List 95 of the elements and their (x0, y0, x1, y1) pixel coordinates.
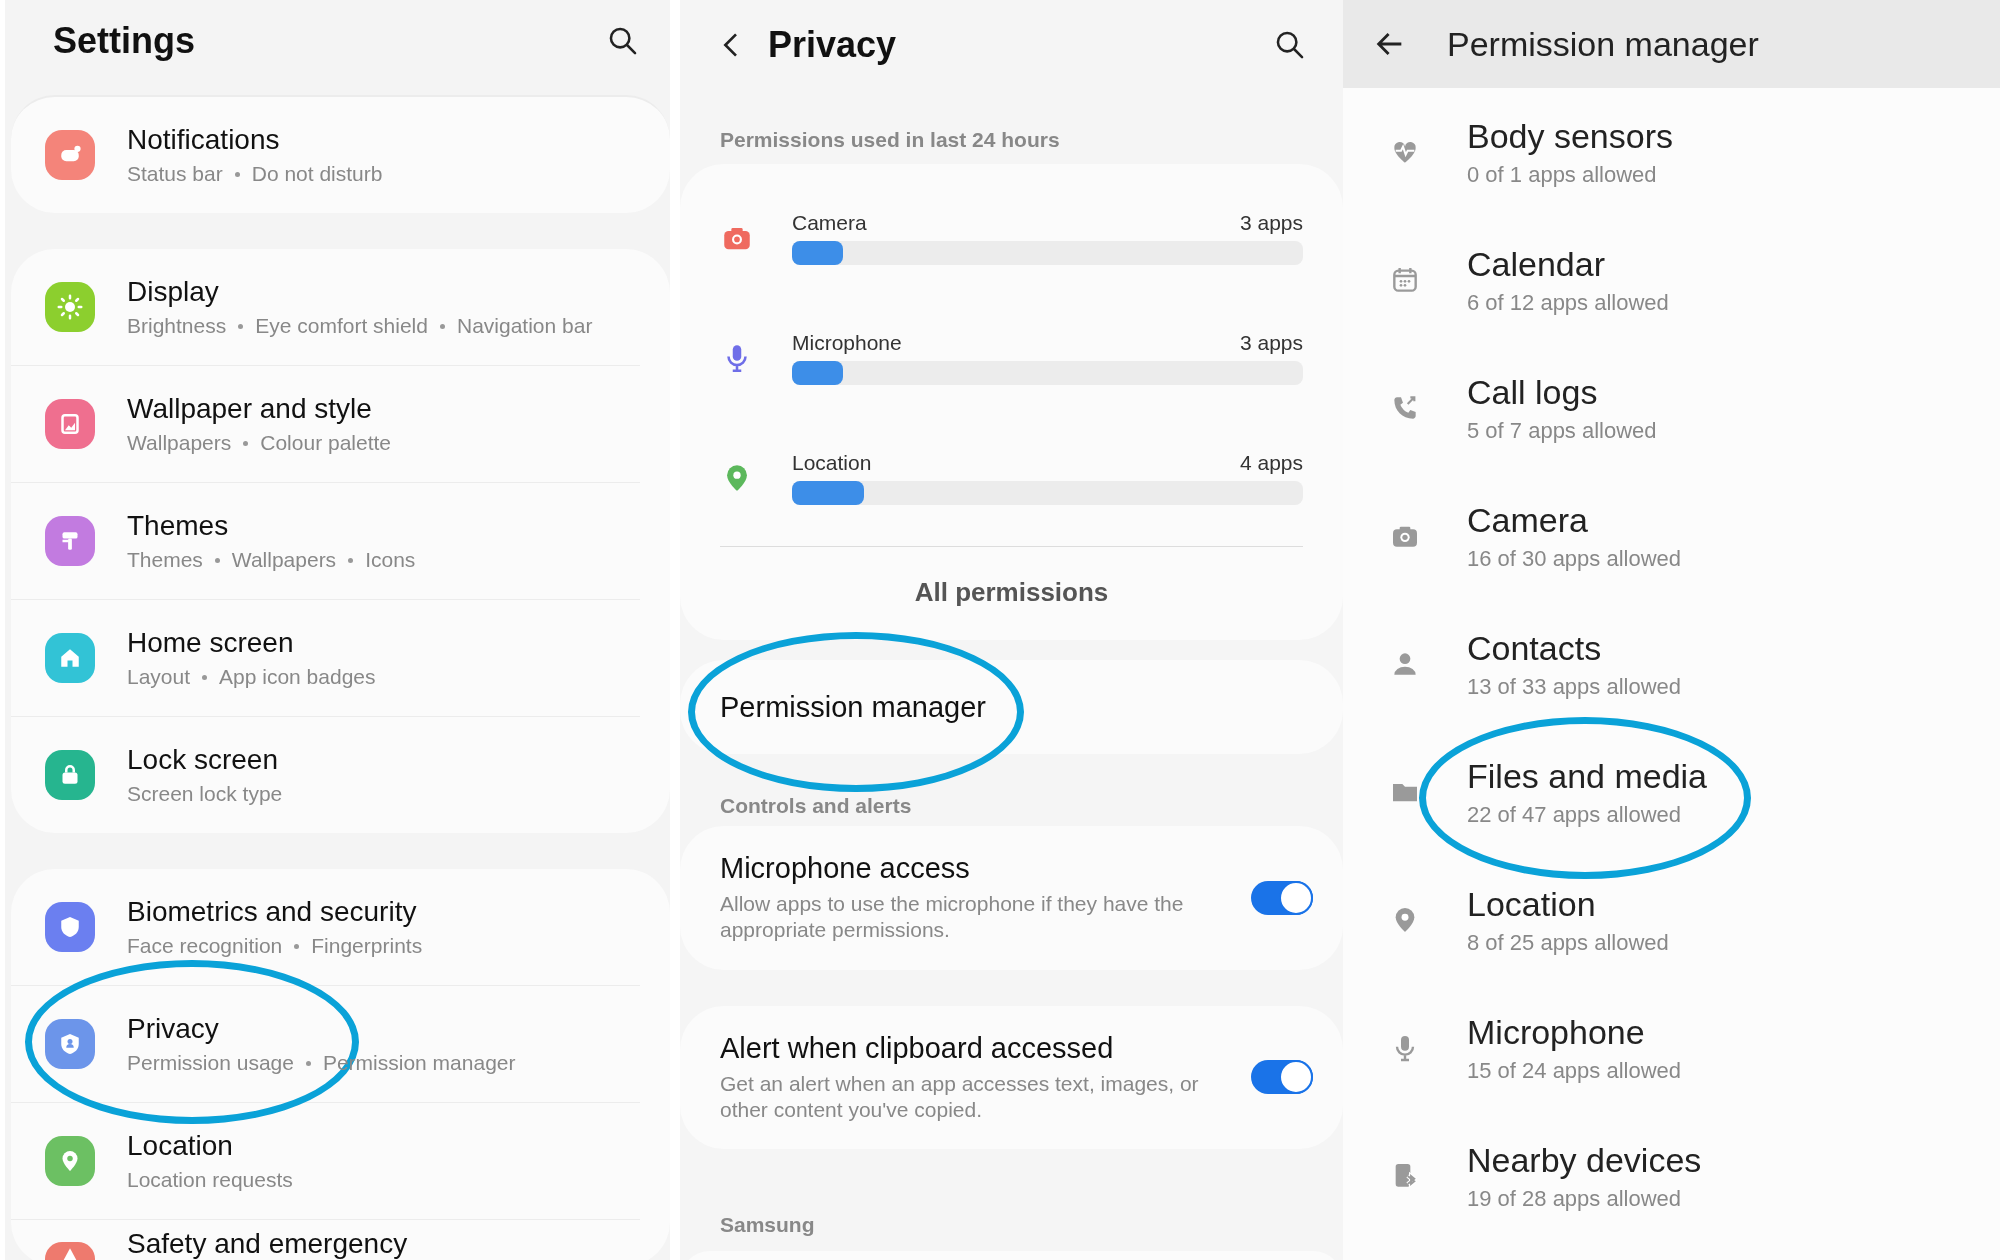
separator-dot (238, 323, 244, 329)
permission-name: Location (1467, 884, 1597, 924)
permission-item[interactable]: Files and media 22 of 47 apps allowed (1343, 728, 2000, 856)
separator-dot (294, 943, 300, 949)
item-subtitle: Wallpapers (231, 548, 337, 572)
item-title: Biometrics and security (127, 896, 418, 928)
permission-item[interactable]: Microphone 15 of 24 apps allowed (1343, 984, 2000, 1112)
permission-name: Location (792, 451, 872, 475)
toggle-switch[interactable] (1251, 880, 1313, 915)
item-subtitle: Face recognition (127, 934, 283, 958)
item-subtitle: Icons (365, 548, 416, 572)
item-subtitle: Themes (127, 548, 203, 572)
item-subtitle: Status bar (127, 162, 223, 186)
toggle-item[interactable]: Microphone access Allow apps to use the microphone if they have the appropriate permissions. (680, 826, 1343, 970)
settings-item[interactable]: Location Location requests (11, 1103, 640, 1220)
page-title: Privacy (768, 24, 897, 66)
permission-item[interactable]: Body sensors 0 of 1 apps allowed (1343, 88, 2000, 216)
separator-dot (348, 557, 354, 563)
item-subtitle: Brightness (127, 314, 227, 338)
app-count: 15 of 24 apps allowed (1467, 1057, 1682, 1084)
item-title: Permission manager (720, 690, 986, 724)
app-count: 0 of 1 apps allowed (1467, 161, 1658, 188)
permission-item[interactable]: Camera 16 of 30 apps allowed (1343, 472, 2000, 600)
settings-item[interactable]: Display Brightness Eye comfort shield Navigation bar (11, 249, 640, 366)
item-title: Microphone access (720, 852, 971, 885)
item-subtitle: Screen lock type (127, 782, 283, 806)
item-subtitle: Eye comfort shield (255, 314, 428, 338)
separator-dot (214, 557, 220, 563)
app-count: 22 of 47 apps allowed (1467, 801, 1683, 828)
item-subtitle: App icon badges (219, 665, 376, 689)
item-title: Wallpaper and style (127, 393, 373, 425)
settings-item[interactable]: Wallpaper and style Wallpapers Colour palette (11, 366, 640, 483)
permission-item[interactable]: Call logs 5 of 7 apps allowed (1343, 344, 2000, 472)
permission-item[interactable]: Nearby devices 19 of 28 apps allowed (1343, 1112, 2000, 1240)
app-count: 16 of 30 apps allowed (1467, 545, 1682, 572)
section-header: Permissions used in last 24 hours (719, 127, 1061, 153)
separator-dot (234, 171, 240, 177)
toggle-switch[interactable] (1251, 1060, 1313, 1095)
section-header: Samsung (719, 1212, 816, 1238)
permission-name: Files and media (1467, 756, 1707, 796)
item-subtitle: Do not disturb (251, 162, 383, 186)
item-subtitle: Colour palette (260, 431, 391, 455)
item-title: Privacy (127, 1013, 220, 1045)
item-subtitle: Fingerprints (311, 934, 423, 958)
separator-dot (202, 674, 208, 680)
permission-manager-item[interactable]: Permission manager (680, 660, 1343, 754)
settings-item[interactable]: Lock screen Screen lock type (11, 717, 640, 833)
item-title: Themes (127, 510, 230, 542)
item-title: Location (127, 1130, 234, 1162)
item-title: Alert when clipboard accessed (720, 1031, 1115, 1065)
app-count: 4 apps (1239, 451, 1303, 475)
permission-name: Calendar (1467, 244, 1606, 284)
item-title: Lock screen (127, 744, 279, 776)
item-title: Notifications (127, 124, 281, 156)
page-title: Settings (53, 20, 195, 62)
separator-dot (305, 1060, 311, 1066)
app-count: 13 of 33 apps allowed (1467, 673, 1682, 700)
permission-name: Microphone (792, 331, 902, 355)
app-count: 3 apps (1239, 211, 1303, 235)
permission-name: Call logs (1467, 372, 1599, 412)
item-title: Display (127, 276, 220, 308)
permission-name: Nearby devices (1467, 1140, 1702, 1180)
app-count: 5 of 7 apps allowed (1467, 417, 1657, 444)
item-description: Get an alert when an app accesses text, images, or other content you've copied. (720, 1070, 1200, 1123)
settings-item[interactable]: Notifications Status bar Do not disturb (11, 97, 640, 213)
permission-name: Body sensors (1467, 116, 1673, 156)
settings-item[interactable]: Biometrics and security Face recognition Fingerprints (11, 869, 640, 986)
permission-name: Camera (1467, 500, 1589, 540)
separator-dot (439, 323, 445, 329)
permission-name: Camera (792, 211, 867, 235)
permission-item[interactable]: Calendar 6 of 12 apps allowed (1343, 216, 2000, 344)
permission-name: Microphone (1467, 1012, 1646, 1052)
item-subtitle: Layout (127, 665, 191, 689)
settings-item[interactable]: Home screen Layout App icon badges (11, 600, 640, 717)
all-permissions-link[interactable]: All permissions (720, 547, 1303, 640)
toggle-item[interactable]: Alert when clipboard accessed Get an alert when an app accesses text, images, or other content you've copied. (680, 1005, 1343, 1149)
permission-item[interactable]: Contacts 13 of 33 apps allowed (1343, 600, 2000, 728)
page-title: Permission manager (1447, 24, 1759, 64)
item-subtitle: Wallpapers (127, 431, 232, 455)
permission-item[interactable]: Location 8 of 25 apps allowed (1343, 856, 2000, 984)
settings-item[interactable]: Themes Themes Wallpapers Icons (11, 483, 640, 600)
app-count: 8 of 25 apps allowed (1467, 929, 1669, 956)
item-subtitle: Navigation bar (456, 314, 593, 338)
item-title: Safety and emergency (127, 1228, 408, 1260)
item-subtitle: Location requests (127, 1168, 293, 1192)
settings-item[interactable]: Safety and emergency (11, 1220, 640, 1260)
separator-dot (243, 440, 249, 446)
section-header: Controls and alerts (719, 793, 913, 819)
item-title: Home screen (127, 627, 295, 659)
app-count: 3 apps (1239, 331, 1303, 355)
item-description: Allow apps to use the microphone if they have the appropriate permissions. (720, 891, 1185, 944)
app-count: 19 of 28 apps allowed (1467, 1185, 1683, 1212)
permission-name: Contacts (1467, 628, 1603, 668)
item-subtitle: Permission usage (127, 1051, 294, 1075)
app-count: 6 of 12 apps allowed (1467, 289, 1669, 316)
